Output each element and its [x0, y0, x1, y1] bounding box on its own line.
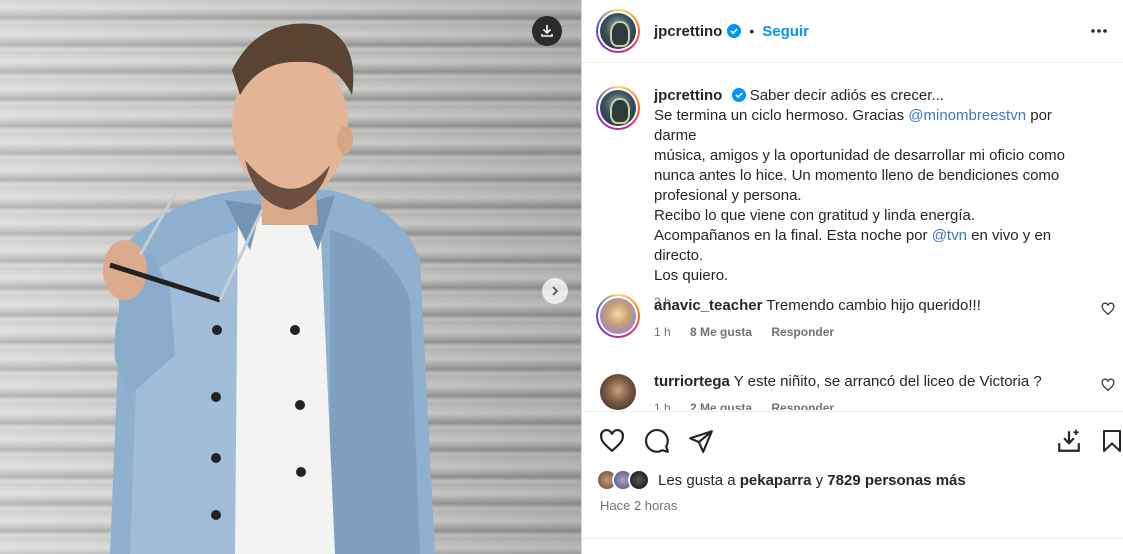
- author-avatar[interactable]: [596, 9, 640, 53]
- chevron-right-icon: [552, 286, 559, 296]
- post-header: jpcrettino • Seguir: [582, 0, 1123, 63]
- heart-icon[interactable]: [599, 428, 625, 454]
- post-photo[interactable]: [0, 0, 581, 554]
- likes-prefix: Les gusta a: [658, 471, 740, 489]
- caption-line: Acompañanos en la final. Esta noche por: [654, 227, 932, 244]
- verified-badge-icon: [731, 88, 746, 102]
- commenter-username[interactable]: anavic_teacher: [654, 297, 762, 314]
- likes-summary: Les gusta a pekaparra y 7829 personas má…: [596, 469, 966, 491]
- mention-link[interactable]: @tvn: [932, 227, 967, 244]
- caption-username[interactable]: jpcrettino: [654, 87, 722, 104]
- comments-section[interactable]: jpcrettino Saber decir adiós es crecer..…: [582, 64, 1123, 410]
- follow-button[interactable]: Seguir: [762, 23, 809, 40]
- more-options-icon[interactable]: [1089, 22, 1109, 40]
- caption-line: Recibo lo que viene con gratitud y linda…: [654, 207, 976, 224]
- caption-line: Se termina un ciclo hermoso. Gracias: [654, 107, 909, 124]
- caption-text: jpcrettino Saber decir adiós es crecer..…: [654, 86, 1094, 312]
- commenter-avatar[interactable]: [596, 370, 640, 410]
- liker-username[interactable]: pekaparra: [740, 472, 812, 489]
- caption-author-avatar[interactable]: [596, 86, 640, 130]
- comment-heart-icon[interactable]: [1101, 378, 1115, 392]
- verified-badge-icon: [727, 24, 742, 38]
- separator-dot: •: [749, 23, 755, 39]
- author-username[interactable]: jpcrettino: [654, 23, 722, 40]
- post-actions-bar: [582, 411, 1123, 469]
- comment-likes[interactable]: 2 Me gusta: [690, 401, 752, 410]
- comment-time[interactable]: 1 h: [654, 325, 671, 339]
- caption: jpcrettino Saber decir adiós es crecer..…: [582, 64, 1123, 312]
- bookmark-icon[interactable]: [1100, 428, 1123, 454]
- post-side-panel: jpcrettino • Seguir jpcrettino Saber dec…: [581, 0, 1123, 554]
- commenter-avatar[interactable]: [596, 294, 640, 338]
- likes-middle: y: [811, 471, 828, 489]
- mention-link[interactable]: @minombreestvn: [908, 107, 1026, 124]
- liker-avatar[interactable]: [628, 469, 650, 491]
- comment-heart-icon[interactable]: [1101, 302, 1115, 316]
- download-tray-icon[interactable]: [1056, 428, 1082, 454]
- reply-button[interactable]: Responder: [771, 401, 834, 410]
- download-icon: [541, 25, 553, 37]
- comment-text: Tremendo cambio hijo querido!!!: [766, 297, 981, 314]
- likes-count[interactable]: 7829 personas más: [827, 472, 965, 489]
- comment-text: Y este niñito, se arrancó del liceo de V…: [733, 373, 1042, 390]
- comment-icon[interactable]: [644, 428, 670, 454]
- post-timestamp[interactable]: Hace 2 horas: [600, 498, 677, 513]
- download-button[interactable]: [532, 16, 562, 46]
- reply-button[interactable]: Responder: [771, 325, 834, 339]
- comment-item: anavic_teacher Tremendo cambio hijo quer…: [582, 294, 1123, 342]
- next-photo-button[interactable]: [542, 278, 568, 304]
- comment-likes[interactable]: 8 Me gusta: [690, 325, 752, 339]
- caption-line: nunca antes lo hice. Un momento lleno de…: [654, 167, 1060, 184]
- caption-line: música, amigos y la oportunidad de desar…: [654, 147, 1066, 164]
- photo-person: [103, 23, 435, 554]
- comment-item: turriortega Y este niñito, se arrancó de…: [582, 370, 1123, 410]
- caption-line: profesional y persona.: [654, 187, 802, 204]
- caption-line: Los quiero.: [654, 267, 729, 284]
- send-icon[interactable]: [688, 428, 714, 454]
- add-comment-area[interactable]: [582, 538, 1123, 554]
- comment-time[interactable]: 1 h: [654, 401, 671, 410]
- commenter-username[interactable]: turriortega: [654, 373, 730, 390]
- caption-first-line: Saber decir adiós es crecer...: [749, 87, 944, 104]
